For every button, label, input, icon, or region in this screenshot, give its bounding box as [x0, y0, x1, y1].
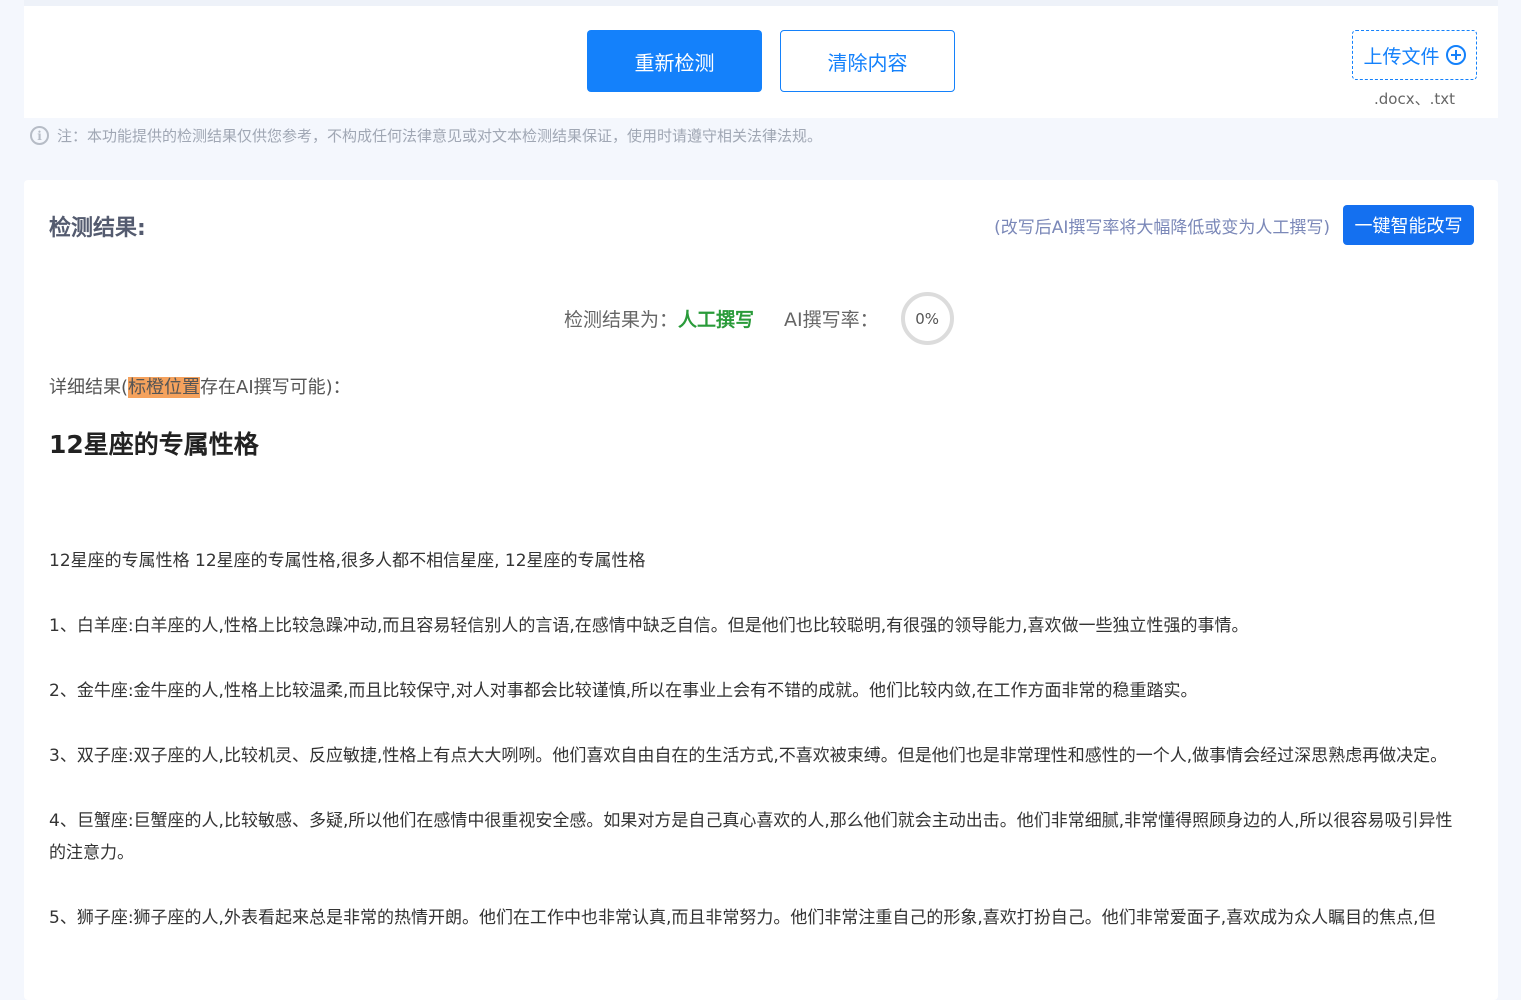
smart-rewrite-button[interactable]: 一键智能改写 — [1343, 205, 1474, 245]
upload-label: 上传文件 — [1363, 45, 1440, 68]
ai-rate-label: AI撰写率： — [784, 309, 879, 331]
detail-prefix: 详细结果( — [49, 377, 129, 398]
plus-circle-icon — [1445, 45, 1466, 65]
recheck-button[interactable]: 重新检测 — [587, 30, 762, 92]
article-paragraph: 2、金牛座:金牛座的人,性格上比较温柔,而且比较保守,对人对事都会比较谨慎,所以… — [49, 681, 1198, 701]
article-paragraph: 5、狮子座:狮子座的人,外表看起来总是非常的热情开朗。他们在工作中也非常认真,而… — [49, 908, 1436, 928]
article-paragraph: 12星座的专属性格 12星座的专属性格,很多人都不相信星座, 12星座的专属性格 — [49, 551, 646, 571]
result-title: 检测结果: — [49, 216, 146, 241]
result-panel: 检测结果: (改写后AI撰写率将大幅降低或变为人工撰写) 一键智能改写 检测结果… — [24, 180, 1498, 1000]
disclaimer-text: 注：本功能提供的检测结果仅供您参考，不构成任何法律意见或对文本检测结果保证，使用… — [57, 127, 823, 145]
detail-suffix: 存在AI撰写可能)： — [200, 377, 351, 398]
article-paragraph: 1、白羊座:白羊座的人,性格上比较急躁冲动,而且容易轻信别人的言语,在感情中缺乏… — [49, 616, 1249, 636]
upload-format-hint: .docx、.txt — [1374, 90, 1455, 108]
detail-legend: 详细结果(标橙位置存在AI撰写可能)： — [49, 373, 351, 399]
ai-rate-value: 0% — [915, 309, 940, 328]
article-paragraph: 3、双子座:双子座的人,比较机灵、反应敏捷,性格上有点大大咧咧。他们喜欢自由自在… — [49, 746, 1448, 766]
ai-rate-ring: 0% — [900, 292, 954, 345]
detection-summary: 检测结果为： 人工撰写 AI撰写率： 0% — [564, 292, 954, 345]
article-body: 12星座的专属性格 12星座的专属性格,很多人都不相信星座, 12星座的专属性格… — [49, 545, 1469, 967]
info-icon: i — [30, 126, 49, 145]
disclaimer-note: i 注：本功能提供的检测结果仅供您参考，不构成任何法律意见或对文本检测结果保证，… — [30, 125, 822, 146]
verdict-label: 检测结果为： — [564, 309, 679, 331]
verdict-value: 人工撰写 — [678, 309, 755, 331]
upload-file-button[interactable]: 上传文件 — [1352, 30, 1477, 80]
article-paragraph: 4、巨蟹座:巨蟹座的人,比较敏感、多疑,所以他们在感情中很重视安全感。如果对方是… — [49, 811, 1453, 863]
toolbar-panel: 重新检测 清除内容 上传文件 .docx、.txt — [24, 0, 1498, 118]
highlight-sample: 标橙位置 — [128, 377, 201, 398]
article-title: 12星座的专属性格 — [49, 430, 259, 459]
rewrite-tip: (改写后AI撰写率将大幅降低或变为人工撰写) — [994, 218, 1330, 238]
clear-content-button[interactable]: 清除内容 — [780, 30, 955, 92]
